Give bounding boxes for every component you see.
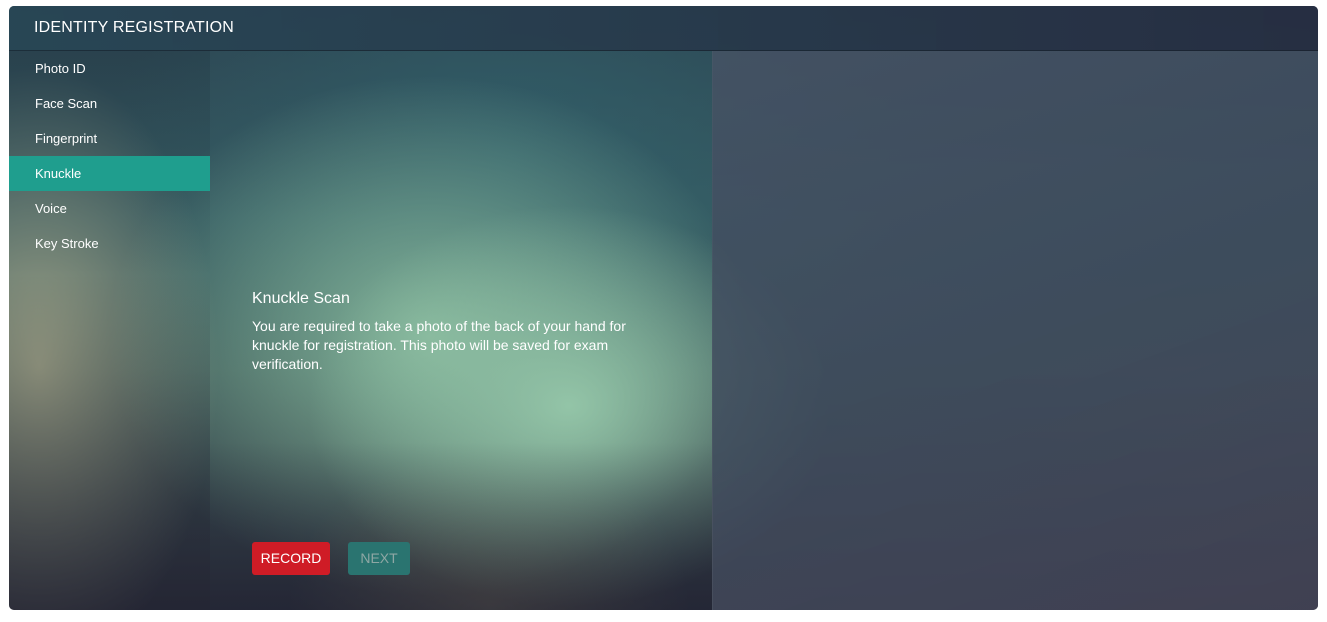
section-title: Knuckle Scan bbox=[252, 290, 350, 307]
next-button[interactable]: NEXT bbox=[348, 542, 410, 575]
sidebar-item-knuckle[interactable]: Knuckle bbox=[9, 156, 210, 191]
sidebar-item-photo-id[interactable]: Photo ID bbox=[9, 51, 210, 86]
instructions-panel: Knuckle Scan You are required to take a … bbox=[210, 51, 712, 610]
camera-preview-area bbox=[712, 51, 1318, 610]
page-title: IDENTITY REGISTRATION bbox=[34, 19, 235, 36]
section-description: You are required to take a photo of the … bbox=[252, 318, 626, 372]
sidebar-nav: Photo ID Face Scan Fingerprint Knuckle V… bbox=[9, 51, 210, 610]
sidebar-item-face-scan[interactable]: Face Scan bbox=[9, 86, 210, 121]
record-button[interactable]: RECORD bbox=[252, 542, 330, 575]
registration-window: IDENTITY REGISTRATION Photo ID Face Scan… bbox=[9, 6, 1318, 610]
header-bar: IDENTITY REGISTRATION bbox=[9, 6, 1318, 51]
sidebar-item-key-stroke[interactable]: Key Stroke bbox=[9, 226, 210, 261]
sidebar-item-voice[interactable]: Voice bbox=[9, 191, 210, 226]
sidebar-item-fingerprint[interactable]: Fingerprint bbox=[9, 121, 210, 156]
